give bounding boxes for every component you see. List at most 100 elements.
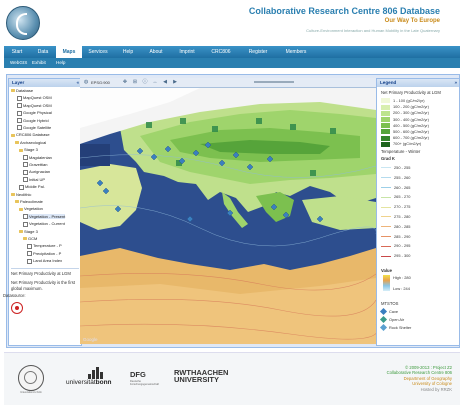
- checkbox-icon[interactable]: [23, 221, 28, 227]
- layer-tree-item[interactable]: Archaeological: [15, 140, 46, 145]
- legend-label: Rock Shelter: [389, 325, 412, 330]
- layer-tree-item[interactable]: Precipitation - P: [27, 251, 61, 257]
- layer-description-text: Net Primary Productivity is the first gl…: [11, 280, 75, 291]
- legend-swatch: [381, 135, 390, 141]
- measure-icon[interactable]: ↔: [152, 79, 158, 85]
- checkbox-icon[interactable]: [27, 251, 32, 257]
- crc806-logo[interactable]: [6, 6, 40, 40]
- collapse-icon[interactable]: »: [451, 79, 457, 87]
- layer-tree-item[interactable]: Database: [11, 88, 33, 93]
- nav-item-register[interactable]: Register: [240, 46, 276, 58]
- map-canvas: [80, 88, 376, 344]
- value-gradient-bar: [383, 275, 390, 291]
- layer-tree-item[interactable]: CRC806 Database: [11, 132, 50, 137]
- layer-tree-item[interactable]: Land Area Index: [27, 258, 63, 264]
- layer-tree-item[interactable]: Stage 3: [19, 147, 38, 152]
- subnav-item-help[interactable]: Help: [56, 58, 65, 68]
- layer-tree-item[interactable]: Middle Pal.: [19, 184, 45, 190]
- dfg-logo[interactable]: DFG: [130, 370, 146, 379]
- temperature-legend-row: 285 - 290: [381, 234, 410, 240]
- layer-tree-item[interactable]: Aurignacian: [23, 169, 50, 175]
- checkbox-icon[interactable]: [23, 177, 28, 183]
- layer-description-title: Net Primary Productivity at LGM: [11, 271, 71, 276]
- layer-tree-item[interactable]: GCM: [23, 236, 37, 241]
- datasource-logo-icon[interactable]: [11, 302, 23, 314]
- bonn-logo-icon[interactable]: [88, 367, 104, 379]
- pan-icon[interactable]: ✥: [122, 79, 128, 85]
- folder-icon: [11, 133, 15, 137]
- layer-tree-item[interactable]: Vegetation - Current: [23, 221, 65, 227]
- nav-item-members[interactable]: Members: [278, 46, 314, 58]
- zoom-slider[interactable]: [254, 81, 294, 83]
- subnav-item-webgis[interactable]: WebGIS: [10, 58, 27, 68]
- zoom-box-icon[interactable]: ⊞: [132, 79, 138, 85]
- layer-tree-label: Land Area Index: [33, 258, 63, 264]
- legend-panel-header: Legend »: [377, 79, 459, 87]
- nav-item-crc806[interactable]: CRC806: [204, 46, 238, 58]
- layer-tree-item[interactable]: Google Satellite: [17, 125, 51, 131]
- nav-item-imprint[interactable]: Imprint: [172, 46, 202, 58]
- layer-tree-label: MapQuest OSM: [23, 95, 52, 101]
- layer-tree-label: Vegetation - Present: [29, 213, 66, 219]
- info-icon[interactable]: ⓘ: [142, 79, 148, 85]
- checkbox-icon[interactable]: [17, 95, 22, 101]
- folder-icon: [19, 207, 23, 211]
- checkbox-icon[interactable]: [19, 184, 24, 190]
- globe-icon[interactable]: ◍: [83, 79, 89, 85]
- temperature-legend-row: 265 - 270: [381, 194, 410, 200]
- checkbox-icon[interactable]: [23, 155, 28, 161]
- forward-icon[interactable]: ▶: [172, 79, 178, 85]
- layer-tree-item[interactable]: Gravettian: [23, 162, 47, 168]
- temperature-unit: Grad K: [381, 156, 395, 161]
- checkbox-icon[interactable]: [17, 125, 22, 131]
- legend-label: 255 - 260: [394, 174, 411, 180]
- layer-tree-item[interactable]: Vegetation: [19, 206, 43, 211]
- site-marker-icon: [379, 308, 388, 316]
- back-icon[interactable]: ◀: [162, 79, 168, 85]
- layer-tree-item[interactable]: Stage 3: [19, 229, 38, 234]
- legend-line: [381, 236, 391, 238]
- nav-item-about[interactable]: About: [142, 46, 170, 58]
- checkbox-icon[interactable]: [27, 243, 32, 249]
- checkbox-icon[interactable]: [17, 110, 22, 116]
- site-footer: Universität zu Köln universitätbonn DFG …: [4, 352, 460, 405]
- projection-select[interactable]: EPSG:900: [91, 79, 110, 86]
- layer-tree-item[interactable]: Temperature - P: [27, 243, 62, 249]
- site-legend-row: Open Air: [379, 316, 404, 324]
- layer-tree-label: MapQuest OSM: [23, 102, 52, 108]
- main-nav: Start Data Maps Services Help About Impr…: [4, 46, 460, 58]
- layer-tree-item[interactable]: Initial UP: [23, 177, 45, 183]
- subnav-item-exhibit[interactable]: Exhibit: [32, 58, 46, 68]
- layer-tree-item[interactable]: Vegetation - Present: [23, 213, 66, 220]
- layer-tree-item[interactable]: MapQuest OSM: [17, 95, 52, 101]
- npp-legend-row: 600 - 700 (gC/m2/yr): [381, 135, 429, 141]
- nav-item-maps[interactable]: Maps: [56, 46, 82, 58]
- legend-line: [381, 216, 391, 218]
- checkbox-icon[interactable]: [27, 258, 32, 264]
- nav-item-start[interactable]: Start: [4, 46, 30, 58]
- npp-legend-row: 700+ (gC/m2/yr): [381, 141, 421, 147]
- university-of-cologne-seal-icon[interactable]: [18, 365, 44, 391]
- layer-tree-item[interactable]: Paleoclimate: [15, 199, 43, 204]
- layer-tree-item[interactable]: MapQuest OSM: [17, 102, 52, 109]
- layer-tree-item[interactable]: Google Hybrid: [17, 118, 49, 124]
- npp-legend-row: 1 - 100 (gC/m2/yr): [381, 98, 425, 104]
- rwth-logo[interactable]: RWTHAACHEN UNIVERSITY: [174, 369, 228, 384]
- value-legend-header: Value: [381, 268, 392, 273]
- checkbox-icon[interactable]: [17, 118, 22, 124]
- layer-tree-item[interactable]: Neolithic: [11, 192, 31, 197]
- layer-tree-item[interactable]: Google Physical: [17, 110, 52, 116]
- checkbox-icon[interactable]: [23, 169, 28, 175]
- nav-item-services[interactable]: Services: [82, 46, 114, 58]
- checkbox-icon[interactable]: [17, 103, 22, 109]
- nav-item-help[interactable]: Help: [116, 46, 140, 58]
- map-view[interactable]: Google: [80, 88, 376, 344]
- nav-item-data[interactable]: Data: [30, 46, 56, 58]
- site-marker-icon: [379, 324, 388, 332]
- collapse-icon[interactable]: «: [73, 79, 79, 87]
- footer-line-6[interactable]: Hosted by RRZK: [370, 387, 452, 392]
- layer-tree-item[interactable]: Magdalenian: [23, 155, 52, 161]
- checkbox-icon[interactable]: [23, 214, 28, 220]
- checkbox-icon[interactable]: [23, 162, 28, 168]
- bonn-logo-text[interactable]: universitätbonn: [66, 379, 112, 386]
